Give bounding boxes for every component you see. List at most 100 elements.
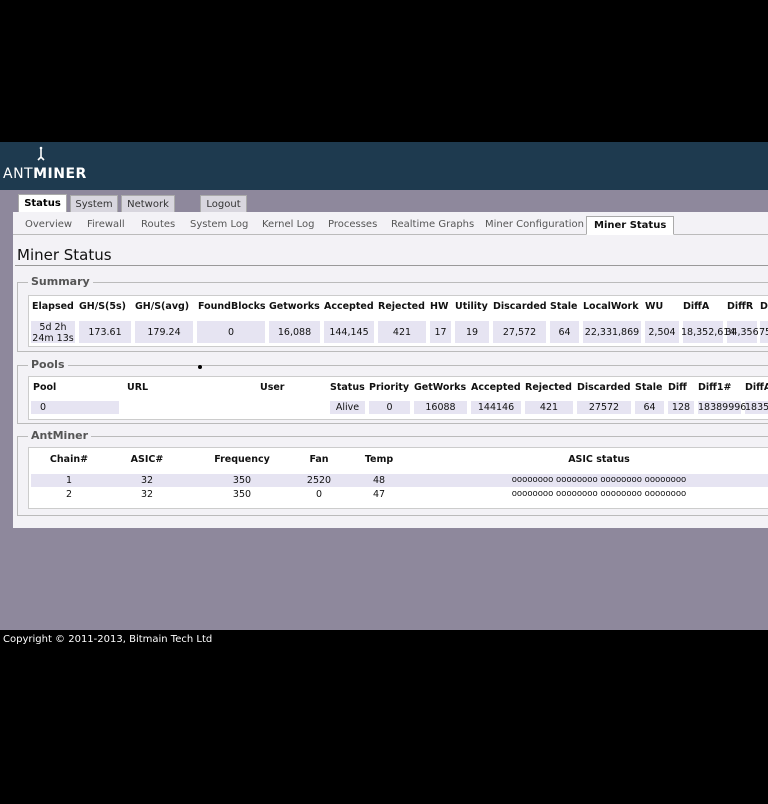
pools-header-getworks: GetWorks (414, 382, 467, 393)
antminer-asic-status: oooooooo oooooooo oooooooo oooooooo (511, 475, 687, 485)
summary-header-wu: WU (645, 301, 664, 312)
summary-foundblocks: 0 (227, 327, 235, 338)
antminer-asic: 32 (140, 475, 154, 486)
summary-utility: 19 (465, 327, 479, 338)
summary-header-accepted: Accepted (324, 301, 374, 312)
antminer-fan: 0 (315, 489, 323, 500)
antminer-header-chain: Chain# (49, 454, 89, 465)
subnav-routes[interactable]: Routes (141, 219, 175, 230)
pools-getworks: 16088 (425, 402, 456, 413)
pools-stale: 64 (643, 402, 656, 413)
summary-section: Summary Elapsed GH/S(5s) GH/S(avg) Found… (17, 275, 768, 352)
summary-getworks: 16,088 (277, 327, 312, 338)
brand-suffix: MINER (33, 166, 87, 182)
summary-diffr: 34,356 (725, 327, 759, 338)
pools-header-url: URL (127, 382, 149, 393)
antminer-asic-status: oooooooo oooooooo oooooooo oooooooo (511, 489, 687, 499)
subnav-overview[interactable]: Overview (25, 219, 72, 230)
brand-logo: ANTMINER (3, 166, 87, 182)
summary-elapsed: 5d 2h 24m 13s (31, 322, 75, 344)
summary-header-getworks: Getworks (269, 301, 320, 312)
summary-header-elapsed: Elapsed (32, 301, 74, 312)
pools-accepted: 144146 (477, 402, 515, 413)
summary-header-ghsavg: GH/S(avg) (135, 301, 190, 312)
subnav-processes[interactable]: Processes (328, 219, 377, 230)
antminer-temp: 47 (372, 489, 386, 500)
subnav-miner-status[interactable]: Miner Status (586, 216, 675, 235)
summary-header-foundblocks: FoundBlocks (198, 301, 266, 312)
antminer-header-asic-status: ASIC status (568, 454, 630, 465)
pools-legend: Pools (28, 358, 68, 371)
antminer-chain: 1 (65, 475, 73, 486)
summary-elapsed-line1: 5d 2h (39, 322, 67, 333)
summary-header-stale: Stale (550, 301, 578, 312)
pools-header-user: User (260, 382, 285, 393)
sub-navigation: Overview Firewall Routes System Log Kern… (13, 216, 768, 235)
pools-status: Alive (335, 402, 360, 413)
summary-ghsavg: 179.24 (147, 327, 181, 338)
antminer-section: AntMiner Chain# ASIC# Frequency Fan Temp… (17, 429, 768, 516)
summary-rejected: 421 (392, 327, 412, 338)
summary-header-ghs5s: GH/S(5s) (79, 301, 127, 312)
pools-pool: 0 (39, 402, 47, 413)
subnav-firewall[interactable]: Firewall (87, 219, 125, 230)
summary-stale: 64 (558, 327, 571, 338)
brand-prefix: ANT (3, 166, 34, 182)
subnav-realtime-graphs[interactable]: Realtime Graphs (391, 219, 474, 230)
page-title: Miner Status (17, 246, 112, 264)
summary-legend: Summary (28, 275, 93, 288)
pools-header-stale: Stale (635, 382, 663, 393)
antminer-header-temp: Temp (364, 454, 394, 465)
antminer-temp: 48 (372, 475, 386, 486)
pools-header-discarded: Discarded (577, 382, 631, 393)
summary-header-rejected: Rejected (378, 301, 425, 312)
antminer-asic: 32 (140, 489, 154, 500)
main-content: Overview Firewall Routes System Log Kern… (13, 212, 768, 528)
subnav-system-log[interactable]: System Log (190, 219, 248, 230)
tab-system[interactable]: System (70, 195, 118, 213)
antminer-fan: 2520 (306, 475, 332, 486)
pools-section: Pools Pool URL User Status Priority GetW… (17, 358, 768, 424)
pools-diff: 128 (671, 402, 691, 413)
summary-discarded: 27,572 (502, 327, 537, 338)
app-header: ANTMINER (0, 142, 768, 190)
top-tab-bar: Status System Network Logout (0, 190, 768, 213)
tab-status[interactable]: Status (18, 194, 67, 213)
summary-accepted: 144,145 (329, 327, 369, 338)
tab-network[interactable]: Network (121, 195, 175, 213)
pools-rejected: 421 (539, 402, 559, 413)
antminer-header-fan: Fan (309, 454, 329, 465)
tab-logout[interactable]: Logout (200, 195, 247, 213)
summary-table: Elapsed GH/S(5s) GH/S(avg) FoundBlocks G… (28, 295, 768, 347)
summary-header-diffr: DiffR (727, 301, 754, 312)
subnav-kernel-log[interactable]: Kernel Log (262, 219, 314, 230)
pools-diff1: 18389996 (698, 402, 747, 413)
pools-diffa: 183523 (745, 402, 768, 413)
redacted-url-user (121, 397, 327, 419)
antminer-header-asic: ASIC# (130, 454, 164, 465)
summary-wu: 2,504 (648, 327, 676, 338)
summary-hw: 17 (434, 327, 447, 338)
pools-header-priority: Priority (369, 382, 410, 393)
browser-viewport: ANTMINER Status System Network Logout Ov… (0, 142, 768, 630)
pools-header-rejected: Rejected (525, 382, 572, 393)
summary-ghs5s: 173.61 (88, 327, 122, 338)
summary-header-diffa: DiffA (683, 301, 710, 312)
antminer-table: Chain# ASIC# Frequency Fan Temp ASIC sta… (28, 447, 768, 509)
pools-header-diff: Diff (668, 382, 687, 393)
title-divider (15, 265, 768, 266)
pools-table: Pool URL User Status Priority GetWorks A… (28, 376, 768, 420)
summary-header-di: Di (760, 301, 768, 312)
summary-localwork: 22,331,869 (584, 327, 640, 338)
antminer-header-frequency: Frequency (214, 454, 270, 465)
antminer-frequency: 350 (232, 475, 252, 486)
summary-diffa: 18,352,614 (681, 327, 736, 338)
pools-header-diffa: DiffA (745, 382, 768, 393)
pools-priority: 0 (386, 402, 393, 413)
summary-header-utility: Utility (455, 301, 488, 312)
subnav-miner-configuration[interactable]: Miner Configuration (485, 219, 584, 230)
summary-header-discarded: Discarded (493, 301, 547, 312)
antminer-logo-icon (37, 146, 45, 161)
copyright-footer: Copyright © 2011-2013, Bitmain Tech Ltd (3, 634, 213, 645)
stray-dot (198, 365, 202, 369)
